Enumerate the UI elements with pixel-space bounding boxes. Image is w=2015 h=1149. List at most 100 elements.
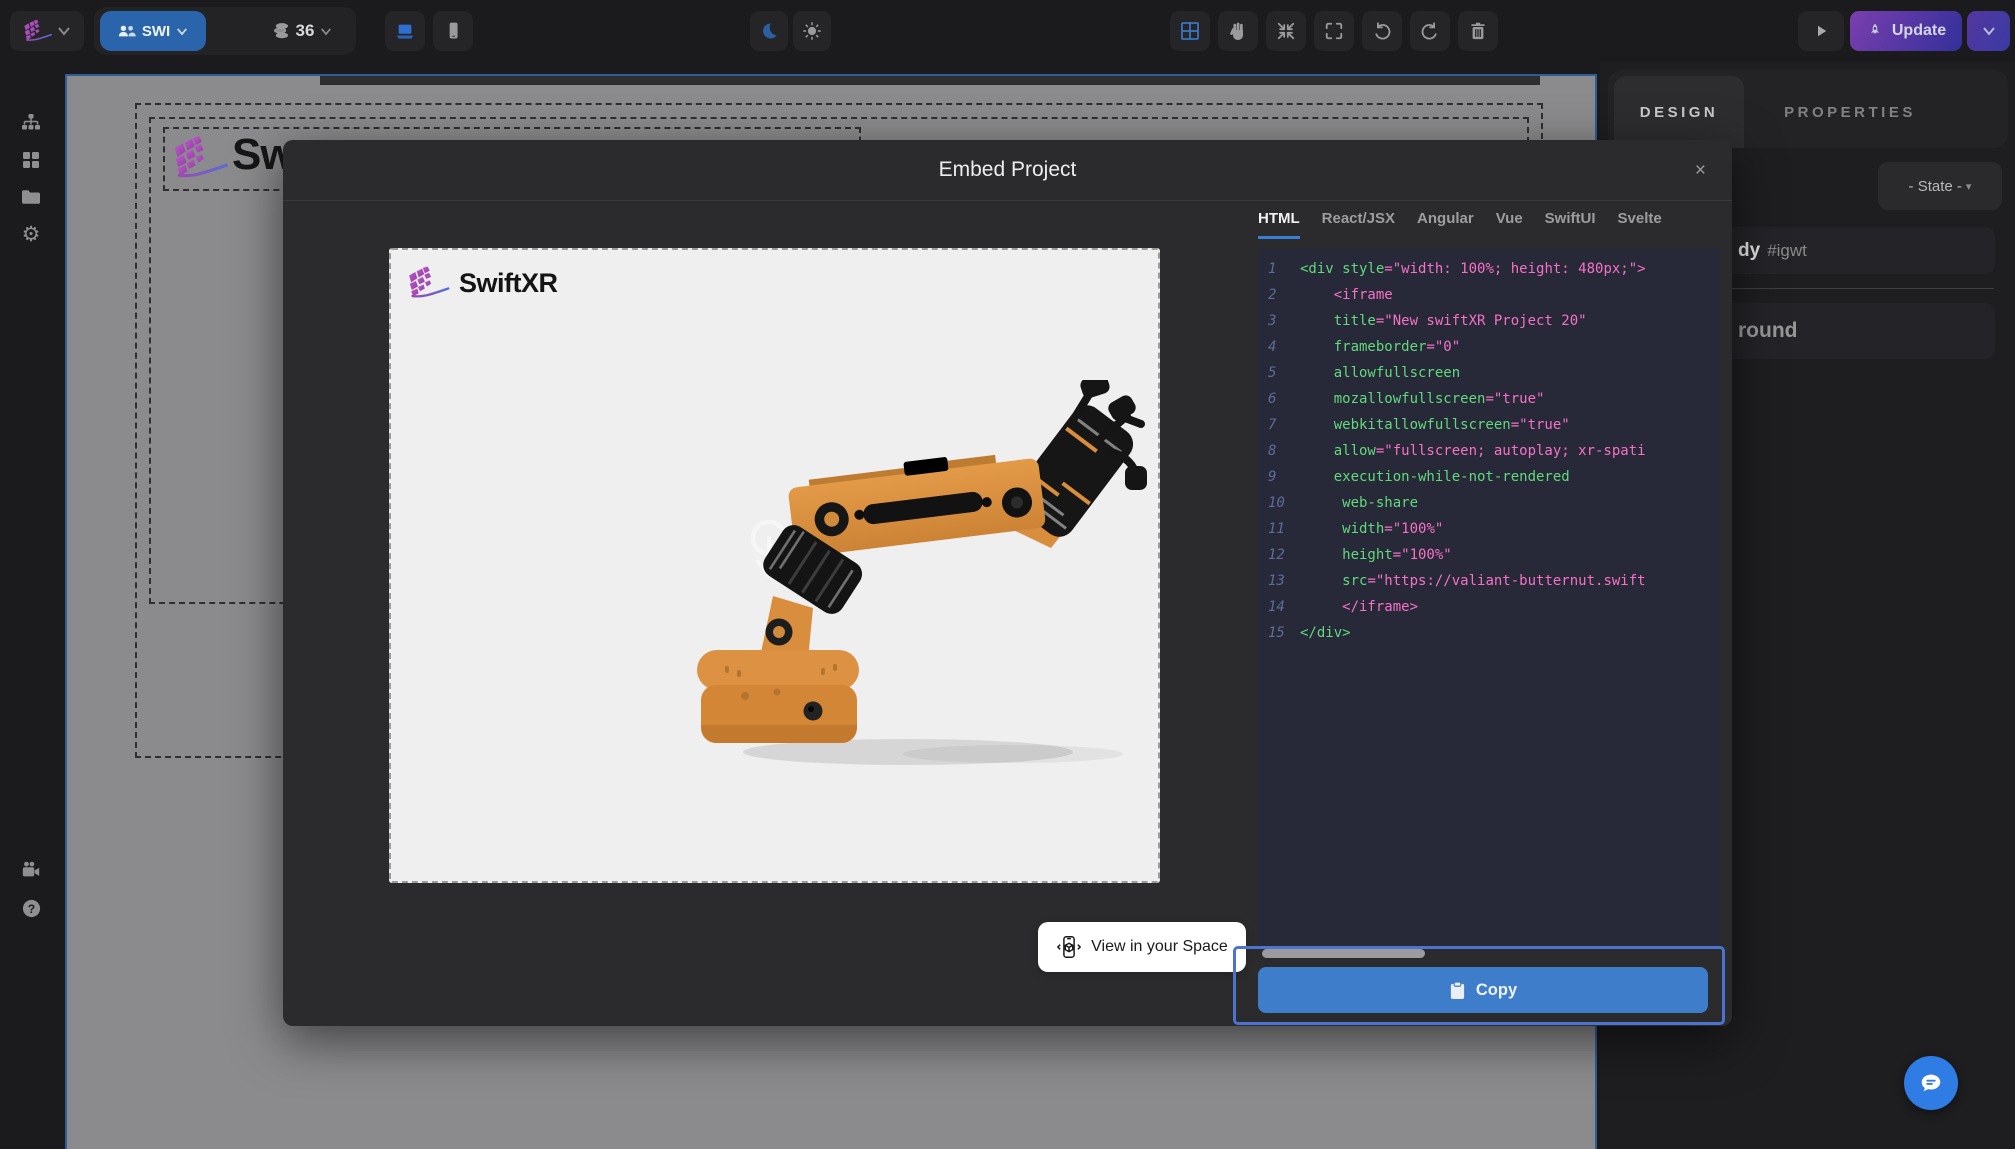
robot-arm-model[interactable] bbox=[673, 380, 1153, 780]
code-line: 7 webkitallowfullscreen="true" bbox=[1268, 412, 1720, 438]
credits-dropdown[interactable]: 36 bbox=[252, 7, 352, 55]
element-selector-row[interactable]: dy #igwt bbox=[1710, 227, 1995, 274]
preview-brand: SwiftXR bbox=[407, 264, 558, 302]
code-line: 8 allow="fullscreen; autoplay; xr-spati bbox=[1268, 438, 1720, 464]
element-id-text: #igwt bbox=[1767, 241, 1807, 261]
close-icon[interactable]: × bbox=[1695, 160, 1706, 182]
app-logo-menu[interactable] bbox=[10, 11, 84, 51]
grid-toggle-button[interactable] bbox=[1170, 11, 1210, 51]
state-dropdown-label: - State - bbox=[1909, 178, 1962, 195]
update-button[interactable]: Update bbox=[1850, 11, 1962, 51]
moon-icon bbox=[759, 21, 779, 41]
sidebar-item-blocks[interactable] bbox=[19, 148, 43, 172]
collapse-icon bbox=[1276, 21, 1296, 41]
tab-design[interactable]: DESIGN bbox=[1614, 76, 1744, 148]
chevron-down-icon bbox=[320, 27, 332, 36]
help-icon: ? bbox=[21, 898, 42, 919]
background-row-label: round bbox=[1738, 319, 1797, 343]
fullscreen-button[interactable] bbox=[1314, 11, 1354, 51]
embed-project-modal: Embed Project × SwiftXR bbox=[283, 140, 1732, 1026]
background-row[interactable]: round bbox=[1710, 303, 1995, 359]
mobile-view-button[interactable] bbox=[433, 11, 473, 51]
chat-bubble-icon bbox=[1918, 1070, 1944, 1096]
code-tab-swiftui[interactable]: SwiftUI bbox=[1545, 210, 1596, 239]
chat-launcher-button[interactable] bbox=[1904, 1056, 1958, 1110]
grid-icon bbox=[1180, 21, 1200, 41]
light-mode-button[interactable] bbox=[793, 11, 831, 51]
code-horizontal-scrollbar[interactable] bbox=[1262, 949, 1425, 958]
code-line: 6 mozallowfullscreen="true" bbox=[1268, 386, 1720, 412]
chevron-down-icon bbox=[176, 27, 188, 36]
code-line: 15</div> bbox=[1268, 620, 1720, 646]
folder-icon bbox=[20, 188, 42, 206]
dark-mode-button[interactable] bbox=[750, 11, 788, 51]
update-label: Update bbox=[1892, 22, 1946, 40]
code-tab-vue[interactable]: Vue bbox=[1496, 210, 1523, 239]
rocket-icon bbox=[1866, 22, 1884, 40]
blocks-icon bbox=[21, 150, 41, 170]
tab-properties-label: PROPERTIES bbox=[1784, 104, 1916, 121]
top-toolbar: SWI 36 bbox=[0, 0, 2015, 62]
code-line: 5 allowfullscreen bbox=[1268, 360, 1720, 386]
tab-design-label: DESIGN bbox=[1640, 104, 1719, 121]
desktop-view-button[interactable] bbox=[385, 11, 425, 51]
chevron-down-icon bbox=[1982, 26, 1996, 36]
coins-icon bbox=[272, 22, 290, 40]
code-line: 4 frameborder="0" bbox=[1268, 334, 1720, 360]
element-tag-text: dy bbox=[1738, 240, 1760, 262]
pan-tool-button[interactable] bbox=[1218, 11, 1258, 51]
copy-button[interactable]: Copy bbox=[1258, 967, 1708, 1013]
redo-icon bbox=[1420, 21, 1440, 41]
code-line: 3 title="New swiftXR Project 20" bbox=[1268, 308, 1720, 334]
svg-text:?: ? bbox=[27, 901, 34, 915]
clipboard-icon bbox=[1449, 981, 1466, 1000]
play-icon bbox=[1812, 22, 1830, 40]
preview-brand-text: SwiftXR bbox=[459, 268, 558, 299]
canvas-brand-logo-icon[interactable] bbox=[172, 133, 230, 183]
code-tab-html[interactable]: HTML bbox=[1258, 210, 1300, 239]
sun-icon bbox=[802, 21, 822, 41]
embed-code-block[interactable]: 1<div style="width: 100%; height: 480px;… bbox=[1258, 248, 1720, 948]
redo-button[interactable] bbox=[1410, 11, 1450, 51]
tab-properties[interactable]: PROPERTIES bbox=[1750, 76, 1950, 148]
modal-title: Embed Project bbox=[283, 140, 1732, 200]
screen-record-icon bbox=[20, 860, 42, 880]
state-dropdown[interactable]: - State - ▾ bbox=[1878, 162, 2002, 210]
pan-hand-icon bbox=[1228, 21, 1248, 41]
layers-tree-icon bbox=[20, 112, 42, 134]
chevron-down-icon: ▾ bbox=[1966, 180, 1972, 193]
undo-button[interactable] bbox=[1362, 11, 1402, 51]
delete-button[interactable] bbox=[1458, 11, 1498, 51]
swiftxr-logo-icon bbox=[23, 18, 53, 44]
modal-divider bbox=[283, 200, 1732, 201]
code-tab-svelte[interactable]: Svelte bbox=[1618, 210, 1662, 239]
code-tab-react-jsx[interactable]: React/JSX bbox=[1322, 210, 1395, 239]
copy-label: Copy bbox=[1476, 981, 1517, 1000]
sidebar-item-recording[interactable] bbox=[19, 858, 43, 882]
code-line: 9 execution-while-not-rendered bbox=[1268, 464, 1720, 490]
undo-icon bbox=[1372, 21, 1392, 41]
sidebar-item-settings[interactable]: ⚙ bbox=[19, 222, 43, 246]
sidebar-item-hierarchy[interactable] bbox=[19, 111, 43, 135]
gear-icon: ⚙ bbox=[22, 224, 41, 245]
code-lines: 1<div style="width: 100%; height: 480px;… bbox=[1268, 256, 1720, 646]
chevron-down-icon bbox=[57, 26, 71, 36]
panel-divider bbox=[1726, 288, 1994, 289]
collapse-view-button[interactable] bbox=[1266, 11, 1306, 51]
credits-count: 36 bbox=[296, 21, 315, 41]
app-window: Sw DESIGN PROPERTIES - State - ▾ dy #igw… bbox=[0, 0, 2015, 1149]
laptop-icon bbox=[394, 21, 416, 41]
workspace-button[interactable]: SWI bbox=[100, 11, 206, 51]
smartphone-icon bbox=[443, 20, 463, 42]
update-options-button[interactable] bbox=[1967, 11, 2010, 51]
view-in-space-label: View in your Space bbox=[1091, 938, 1228, 956]
sidebar-item-help[interactable]: ? bbox=[19, 896, 43, 920]
canvas-dark-strip[interactable] bbox=[320, 76, 1540, 85]
ar-view-icon bbox=[1056, 934, 1082, 960]
preview-play-button[interactable] bbox=[1798, 11, 1844, 51]
code-tab-angular[interactable]: Angular bbox=[1417, 210, 1474, 239]
code-tabs: HTML React/JSX Angular Vue SwiftUI Svelte bbox=[1258, 210, 1662, 239]
fullscreen-icon bbox=[1324, 21, 1344, 41]
view-in-space-button[interactable]: View in your Space bbox=[1038, 922, 1246, 972]
sidebar-item-assets[interactable] bbox=[19, 185, 43, 209]
